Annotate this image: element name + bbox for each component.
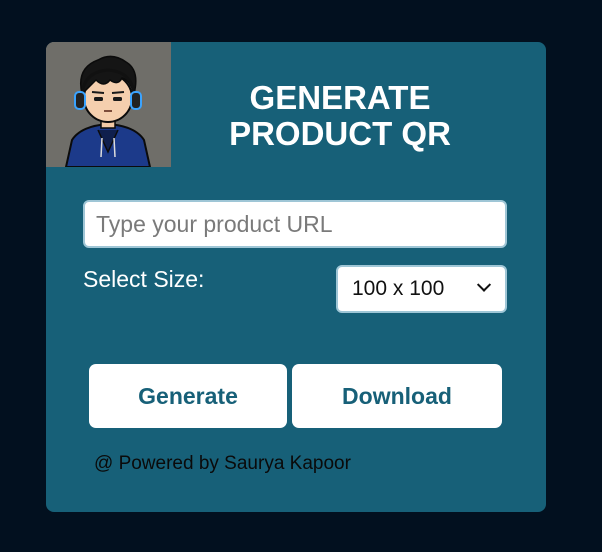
page-title: GENERATE PRODUCT QR: [196, 80, 484, 152]
chevron-down-icon: [476, 277, 492, 292]
qr-generator-card: GENERATE PRODUCT QR Select Size: 100 x 1…: [46, 42, 546, 512]
product-url-input[interactable]: [83, 200, 507, 248]
footer-credit: @ Powered by Saurya Kapoor: [94, 453, 351, 474]
title-line-1: GENERATE: [249, 79, 431, 116]
size-select[interactable]: 100 x 100: [336, 265, 507, 313]
generate-button[interactable]: Generate: [89, 364, 287, 428]
title-line-2: PRODUCT QR: [229, 115, 451, 152]
size-label: Select Size:: [83, 266, 205, 292]
avatar: [46, 42, 171, 167]
size-select-value: 100 x 100: [352, 277, 445, 300]
download-button[interactable]: Download: [292, 364, 502, 428]
avatar-icon: [46, 42, 171, 167]
